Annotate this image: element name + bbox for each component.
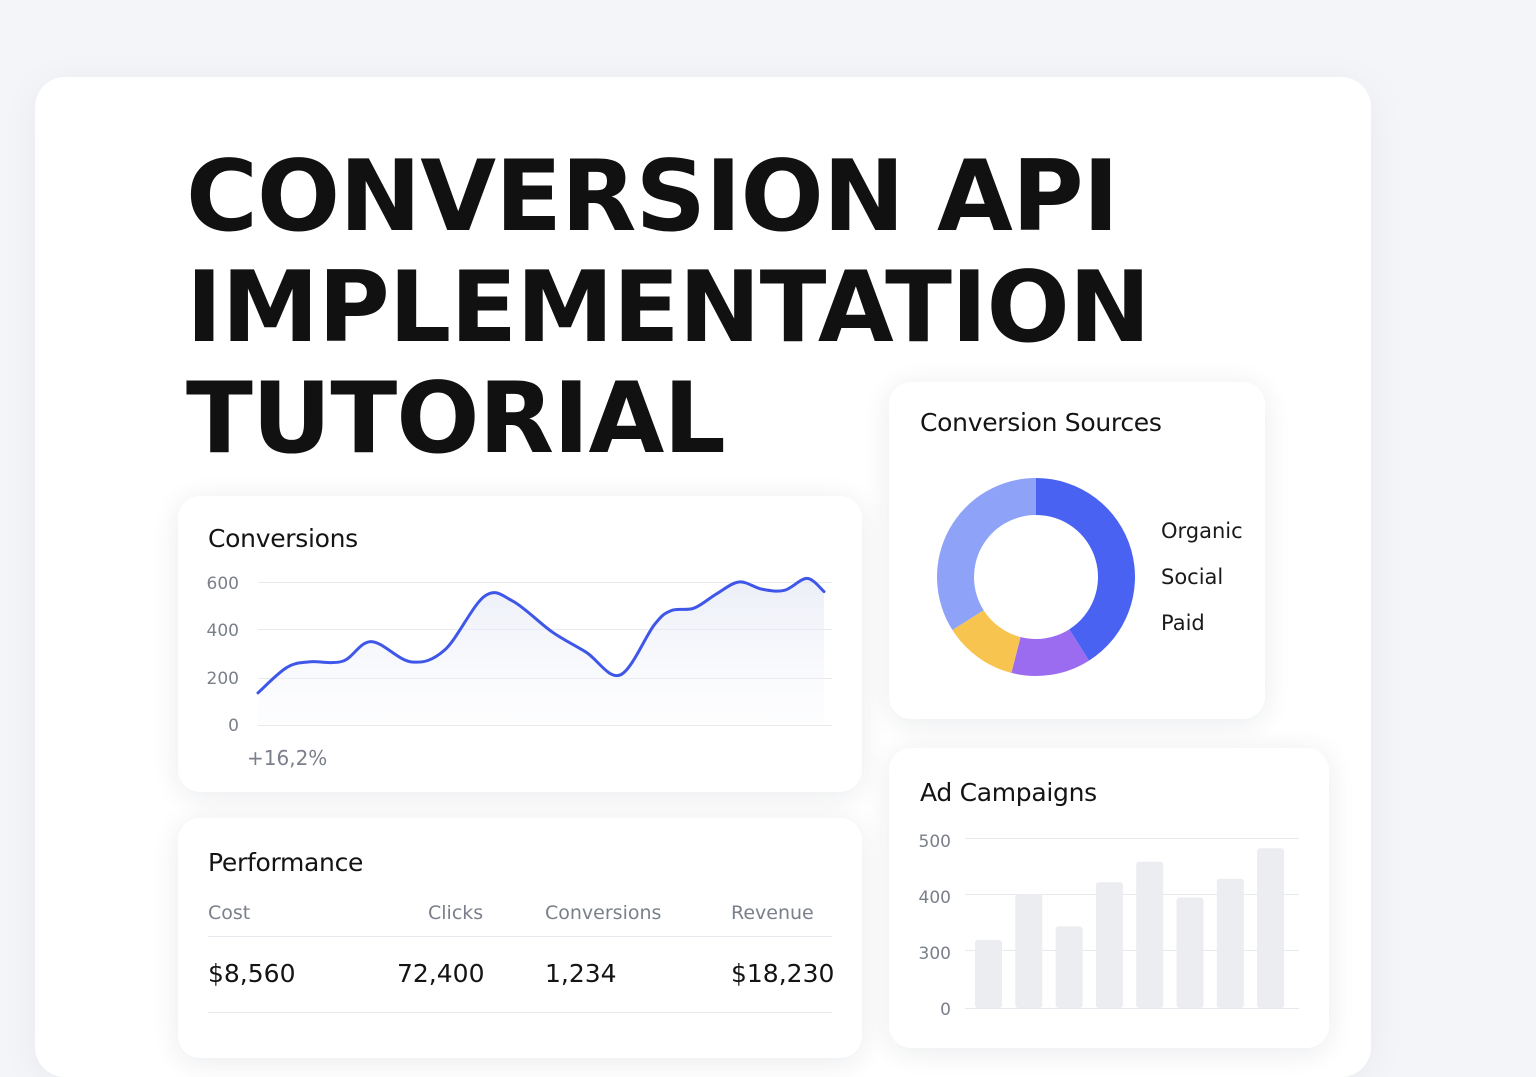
performance-card[interactable]: Performance Cost Clicks Conversions Reve…: [178, 818, 862, 1058]
donut-slice: [937, 478, 1036, 631]
campaign-bar: [975, 940, 1002, 1008]
conversions-card[interactable]: Conversions 600 400 200 0 +16,2%: [178, 496, 862, 792]
campaign-bar: [1055, 926, 1083, 1008]
column-header-conversions: Conversions: [545, 902, 662, 924]
campaign-bar: [1015, 894, 1043, 1008]
campaign-bar: [1257, 848, 1285, 1008]
legend-item-social: Social: [1161, 565, 1224, 589]
column-header-clicks: Clicks: [428, 902, 484, 924]
conversions-area: [258, 578, 824, 725]
campaign-bar: [1136, 861, 1164, 1008]
cost-value: $8,560: [208, 959, 296, 988]
legend-item-paid: Paid: [1161, 611, 1205, 635]
campaign-bar: [1216, 878, 1244, 1008]
revenue-value: $18,230: [731, 959, 835, 988]
donut-slice: [1036, 478, 1135, 661]
conversion-sources-card[interactable]: Conversion Sources Organic Social Paid: [889, 382, 1265, 719]
ad-campaigns-bar-chart: [975, 848, 1285, 1008]
table-divider: [208, 936, 832, 937]
column-header-cost: Cost: [208, 902, 251, 924]
conversions-value: 1,234: [545, 959, 617, 988]
title-line-2: IMPLEMENTATION: [186, 251, 1151, 365]
campaign-bar: [1095, 882, 1123, 1008]
change-percentage: +16,2%: [247, 746, 328, 770]
column-header-revenue: Revenue: [731, 902, 814, 924]
legend-item-organic: Organic: [1161, 519, 1243, 543]
title-line-1: CONVERSION API: [186, 140, 1119, 254]
clicks-value: 72,400: [397, 959, 485, 988]
ad-campaigns-card[interactable]: Ad Campaigns 500 400 300 0: [889, 748, 1329, 1048]
campaign-bar: [1176, 897, 1204, 1008]
performance-title: Performance: [208, 848, 364, 877]
table-divider: [208, 1012, 832, 1013]
conversion-sources-donut-chart: [937, 478, 1135, 676]
